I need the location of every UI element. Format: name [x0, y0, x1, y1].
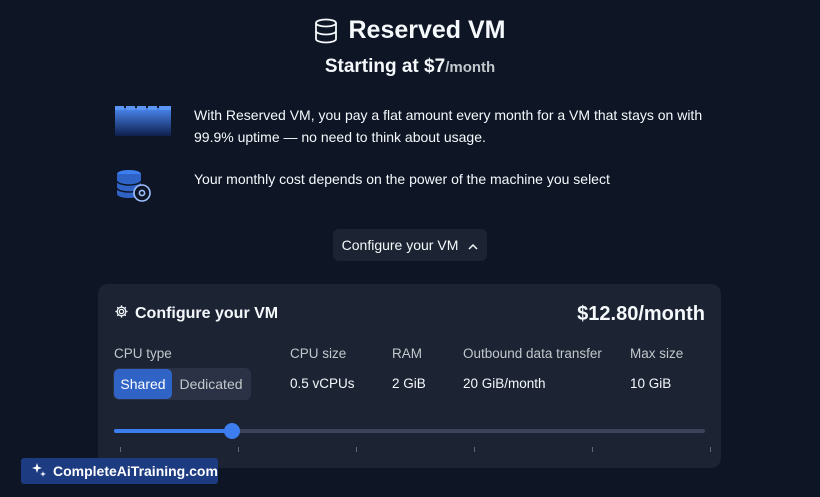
slider-tick: [710, 447, 711, 452]
watermark-text: CompleteAiTraining.com: [53, 463, 218, 479]
watermark-badge: CompleteAiTraining.com: [21, 458, 218, 484]
configure-vm-toggle-label: Configure your VM: [341, 237, 459, 253]
starting-price: Starting at $7/month: [0, 56, 820, 78]
slider-fill: [114, 429, 233, 433]
panel-header: Configure your VM $12.80/month: [114, 300, 705, 328]
database-icon: [314, 18, 338, 44]
slider-tick: [592, 447, 593, 452]
database-settings-icon: [114, 168, 174, 209]
gear-icon: [114, 304, 129, 324]
cpu-size-label: CPU size: [290, 346, 347, 361]
starting-price-unit: /month: [445, 59, 496, 76]
ram-label: RAM: [392, 346, 422, 361]
panel-title: Configure your VM: [114, 304, 278, 324]
feature-text: Your monthly cost depends on the power o…: [194, 171, 610, 187]
ram-value: 2 GiB: [392, 376, 426, 391]
slider-tick: [238, 447, 239, 452]
starting-price-amount: Starting at $7: [324, 56, 446, 77]
slider-tick: [120, 447, 121, 452]
feature-cost: Your monthly cost depends on the power o…: [114, 168, 704, 209]
cpu-type-label: CPU type: [114, 346, 172, 361]
uptime-bars-icon: [114, 104, 174, 141]
feature-text: With Reserved VM, you pay a flat amount …: [194, 107, 703, 145]
configure-vm-panel: Configure your VM $12.80/month CPU type …: [98, 284, 721, 468]
slider-tick: [356, 447, 357, 452]
sparkle-logo-icon: [31, 462, 47, 481]
page-title: Reserved VM: [0, 16, 820, 45]
max-size-value: 10 GiB: [630, 376, 672, 391]
slider-tick: [474, 447, 475, 452]
title-text: Reserved VM: [348, 16, 506, 44]
configure-vm-toggle[interactable]: Configure your VM: [333, 229, 487, 261]
transfer-value: 20 GiB/month: [463, 376, 546, 391]
transfer-label: Outbound data transfer: [463, 346, 602, 361]
cpu-type-dedicated-option[interactable]: Dedicated: [172, 369, 250, 399]
feature-uptime: With Reserved VM, you pay a flat amount …: [114, 104, 704, 148]
chevron-up-icon: [468, 237, 478, 253]
max-size-label: Max size: [630, 346, 684, 361]
cpu-size-value: 0.5 vCPUs: [290, 376, 355, 391]
cpu-type-selector: Shared Dedicated: [113, 368, 251, 400]
panel-title-text: Configure your VM: [135, 305, 279, 322]
monthly-price: $12.80/month: [577, 302, 705, 325]
machine-size-slider[interactable]: [114, 423, 711, 452]
cpu-type-shared-option[interactable]: Shared: [114, 369, 172, 399]
slider-thumb[interactable]: [224, 423, 241, 439]
